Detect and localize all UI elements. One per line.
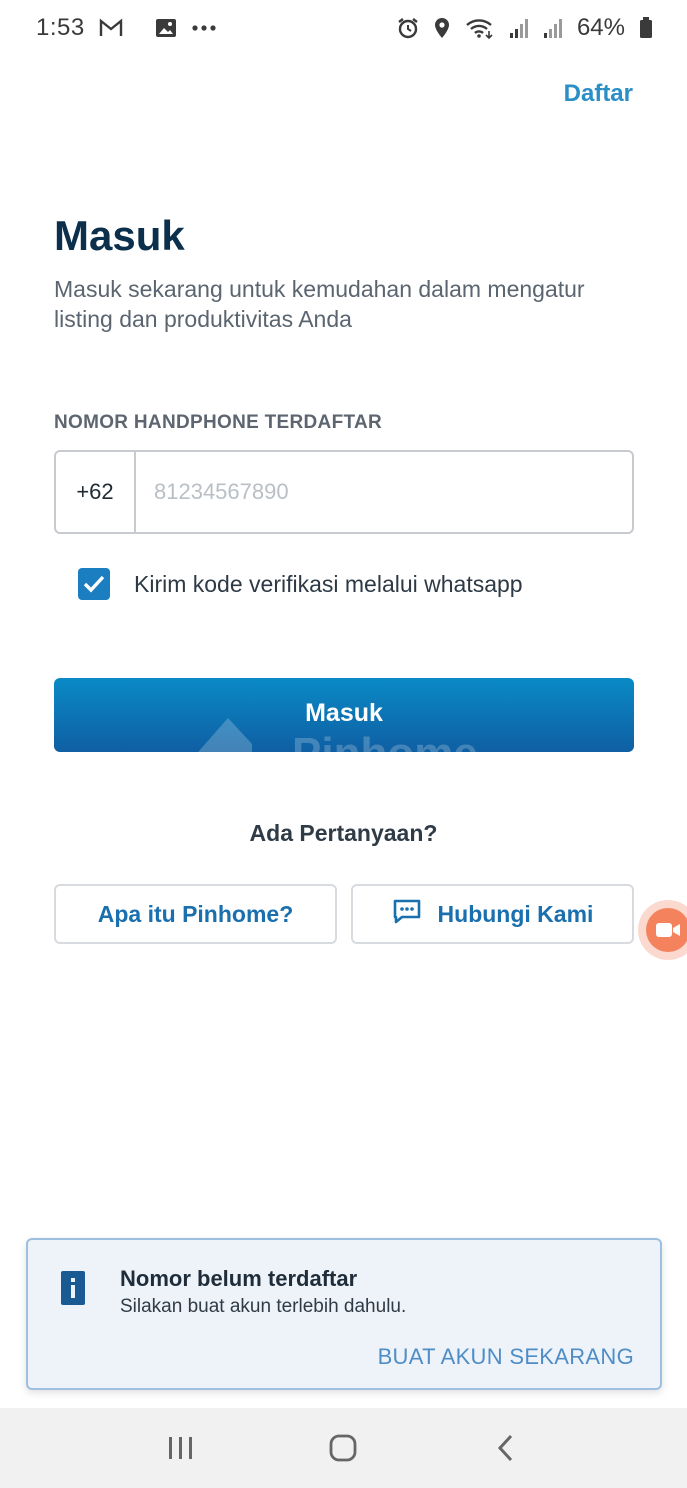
home-icon[interactable] [313, 1418, 373, 1478]
chat-icon [392, 898, 422, 930]
gmail-icon [99, 18, 123, 38]
whatsapp-option[interactable]: Kirim kode verifikasi melalui whatsapp [78, 568, 523, 600]
snackbar-title: Nomor belum terdaftar [120, 1266, 358, 1291]
status-time: 1:53 [36, 14, 85, 41]
page-title: Masuk [54, 212, 185, 259]
register-link[interactable]: Daftar [564, 80, 633, 108]
system-nav-bar [0, 1408, 687, 1488]
wifi-icon [465, 17, 495, 39]
alarm-icon [397, 17, 419, 39]
battery-percentage: 64% [576, 14, 625, 41]
page-subtitle: Masuk sekarang untuk kemudahan dalam men… [54, 276, 585, 332]
battery-icon [639, 17, 653, 39]
screen-record-bubble[interactable] [638, 900, 687, 960]
whatsapp-checkbox-label: Kirim kode verifikasi melalui whatsapp [134, 570, 523, 597]
whatsapp-checkbox[interactable] [78, 568, 110, 600]
snackbar-message: Silakan buat akun terlebih dahulu. [120, 1296, 407, 1317]
recent-apps-icon[interactable] [151, 1418, 211, 1478]
about-pinhome-label: Apa itu Pinhome? [97, 900, 294, 927]
contact-us-label: Hubungi Kami [437, 900, 594, 927]
location-icon [433, 17, 451, 39]
more-dots-icon [191, 24, 217, 32]
video-camera-icon [656, 923, 680, 937]
country-code: +62 [56, 452, 136, 532]
phone-label: NOMOR HANDPHONE TERDAFTAR [54, 412, 383, 433]
signal-icon [509, 17, 529, 39]
phone-field: +62 [54, 450, 634, 534]
help-question: Ada Pertanyaan? [249, 820, 438, 846]
signal-icon [543, 17, 563, 39]
login-button-label: Masuk [305, 698, 383, 727]
back-icon[interactable] [476, 1418, 536, 1478]
pinhome-watermark-text: Pinhome [292, 729, 478, 752]
info-icon [60, 1270, 86, 1311]
check-icon [83, 575, 105, 593]
login-button[interactable]: Pinhome Masuk [54, 678, 634, 752]
create-account-button[interactable]: BUAT AKUN SEKARANG [378, 1344, 634, 1370]
contact-us-button[interactable]: Hubungi Kami [351, 884, 634, 944]
status-bar: 1:53 64% [0, 0, 687, 56]
about-pinhome-button[interactable]: Apa itu Pinhome? [54, 884, 337, 944]
image-icon [155, 18, 177, 38]
phone-input[interactable] [136, 452, 632, 532]
snackbar: Nomor belum terdaftar Silakan buat akun … [26, 1238, 662, 1390]
